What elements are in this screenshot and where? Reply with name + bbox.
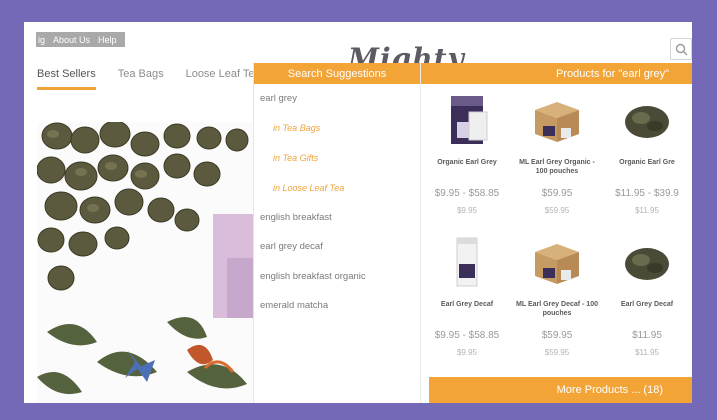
suggestion-english-breakfast-organic[interactable]: english breakfast organic (254, 262, 420, 292)
nav-best-sellers[interactable]: Best Sellers (37, 68, 96, 90)
main-nav: Best Sellers Tea Bags Loose Leaf Te (37, 68, 255, 90)
product-card[interactable]: Organic Earl Gre $11.95 - $39.9 $11.95 (605, 92, 689, 215)
browser-frame: ig About Us Help Mighty Best Sellers Tea… (24, 22, 692, 403)
suggestion-in-tea-gifts[interactable]: in Tea Gifts (254, 143, 420, 173)
more-products-button[interactable]: More Products ... (18) (429, 377, 692, 403)
product-name: Earl Grey Decaf (440, 301, 494, 308)
utility-links: ig About Us Help (36, 32, 125, 47)
product-image-leaves (619, 92, 675, 148)
product-price: $9.95 - $58.85 (434, 188, 500, 199)
product-price: $11.95 (632, 330, 662, 341)
product-price-secondary: $59.95 (544, 348, 570, 357)
product-card[interactable]: ML Earl Grey Organic - 100 pouches $59.9… (515, 92, 599, 215)
product-image-tin (439, 234, 495, 290)
product-grid: Organic Earl Grey $9.95 - $58.85 $9.95 M… (421, 84, 692, 372)
product-image-leaves (619, 234, 675, 290)
product-image-carton (529, 234, 585, 290)
product-price-secondary: $59.95 (544, 206, 570, 215)
suggestion-in-loose-leaf-tea[interactable]: in Loose Leaf Tea (254, 173, 420, 203)
product-image-carton (529, 92, 585, 148)
search-icon (675, 43, 688, 56)
utility-link-1[interactable]: ig (38, 35, 45, 45)
product-card[interactable]: ML Earl Grey Decaf - 100 pouches $59.95 … (515, 234, 599, 357)
product-price: $59.95 (541, 188, 573, 199)
product-price-secondary: $11.95 (635, 348, 659, 357)
product-name: Organic Earl Gre (619, 159, 675, 166)
product-price-secondary: $9.95 (456, 348, 478, 357)
help-link[interactable]: Help (98, 35, 117, 45)
product-name: ML Earl Grey Decaf - 100 pouches (516, 301, 598, 317)
suggestion-list: earl grey in Tea Bags in Tea Gifts in Lo… (254, 84, 420, 321)
product-card[interactable]: Earl Grey Decaf $9.95 - $58.85 $9.95 (425, 234, 509, 357)
product-card[interactable]: Earl Grey Decaf $11.95 $11.95 (605, 234, 689, 357)
hero-image (37, 122, 253, 403)
nav-tea-bags[interactable]: Tea Bags (118, 68, 164, 90)
product-price-secondary: $9.95 (456, 206, 478, 215)
products-header: Products for "earl grey" (421, 63, 692, 84)
suggestion-earl-grey[interactable]: earl grey (254, 84, 420, 114)
search-button[interactable] (670, 38, 692, 60)
product-name: ML Earl Grey Organic - 100 pouches (519, 159, 595, 175)
about-us-link[interactable]: About Us (53, 35, 90, 45)
product-price: $11.95 - $39.9 (615, 188, 679, 199)
search-dropdown: Search Suggestions Products for "earl gr… (253, 63, 692, 403)
suggestion-emerald-matcha[interactable]: emerald matcha (254, 291, 420, 321)
product-price: $9.95 - $58.85 (434, 330, 500, 341)
product-image-box (439, 92, 495, 148)
suggestion-earl-grey-decaf[interactable]: earl grey decaf (254, 232, 420, 262)
nav-loose-leaf-tea[interactable]: Loose Leaf Te (186, 68, 255, 90)
product-row: Organic Earl Grey $9.95 - $58.85 $9.95 M… (421, 92, 692, 234)
suggestion-in-tea-bags[interactable]: in Tea Bags (254, 114, 420, 144)
suggestions-header: Search Suggestions (254, 63, 420, 84)
product-row: Earl Grey Decaf $9.95 - $58.85 $9.95 ML … (421, 234, 692, 372)
product-price-secondary: $11.95 (635, 206, 659, 215)
suggestion-english-breakfast[interactable]: english breakfast (254, 202, 420, 232)
product-price: $59.95 (541, 330, 573, 341)
tea-pearls-image (37, 122, 253, 403)
product-card[interactable]: Organic Earl Grey $9.95 - $58.85 $9.95 (425, 92, 509, 215)
product-name: Organic Earl Grey (437, 159, 497, 166)
product-name: Earl Grey Decaf (620, 301, 674, 308)
